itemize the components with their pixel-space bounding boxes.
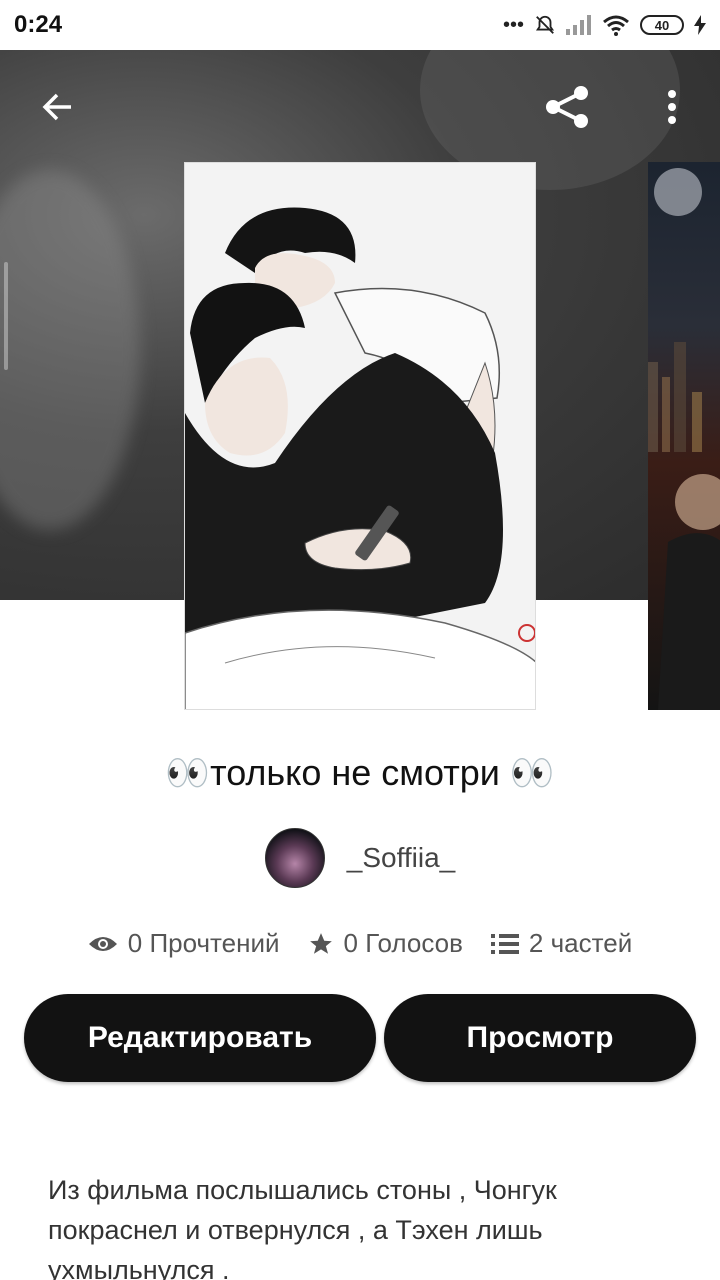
eye-icon bbox=[88, 936, 117, 951]
bell-muted-icon bbox=[535, 15, 555, 34]
cover-illustration bbox=[185, 163, 535, 709]
list-icon bbox=[490, 933, 519, 954]
parts-count: 2 частей bbox=[528, 928, 633, 958]
signal-icon bbox=[566, 15, 591, 35]
charging-icon bbox=[694, 15, 706, 35]
arrow-left-icon bbox=[42, 93, 71, 121]
notification-dots: ••• bbox=[502, 13, 524, 36]
wifi-icon bbox=[603, 15, 629, 36]
story-title: 👀только не смотри 👀 bbox=[165, 752, 555, 793]
story-cover-image[interactable] bbox=[184, 162, 536, 710]
votes-count: 0 Голосов bbox=[343, 928, 463, 958]
status-time: 0:24 bbox=[14, 11, 63, 38]
reads-count: 0 Прочтений bbox=[127, 928, 280, 958]
share-icon bbox=[546, 86, 588, 128]
edit-button[interactable]: Редактировать bbox=[24, 994, 376, 1082]
story-description: Из фильма послышались стоны , Чонгук пок… bbox=[48, 1175, 557, 1280]
stat-votes: 0 Голосов bbox=[308, 928, 463, 959]
author-row[interactable]: _Soffiia_ bbox=[0, 828, 720, 888]
share-button[interactable] bbox=[542, 82, 592, 132]
star-icon bbox=[309, 932, 332, 954]
next-cover-art bbox=[648, 168, 720, 710]
status-bar: 0:24 ••• 40 bbox=[0, 0, 720, 50]
stat-reads: 0 Прочтений bbox=[88, 928, 280, 959]
status-icons: ••• 40 bbox=[503, 14, 706, 37]
more-vert-icon bbox=[668, 90, 676, 124]
hero-blur-shape bbox=[0, 170, 140, 530]
next-story-cover[interactable] bbox=[648, 162, 720, 710]
back-button[interactable] bbox=[32, 82, 82, 132]
stat-parts: 2 частей bbox=[490, 928, 633, 959]
more-options-button[interactable] bbox=[647, 82, 697, 132]
story-stats: 0 Прочтений 0 Голосов 2 частей bbox=[0, 928, 720, 959]
author-name[interactable]: _Soffiia_ bbox=[347, 842, 455, 874]
scroll-indicator bbox=[4, 262, 8, 370]
author-avatar[interactable] bbox=[264, 828, 325, 888]
view-button[interactable]: Просмотр bbox=[384, 994, 696, 1082]
battery-indicator: 40 bbox=[640, 15, 684, 35]
